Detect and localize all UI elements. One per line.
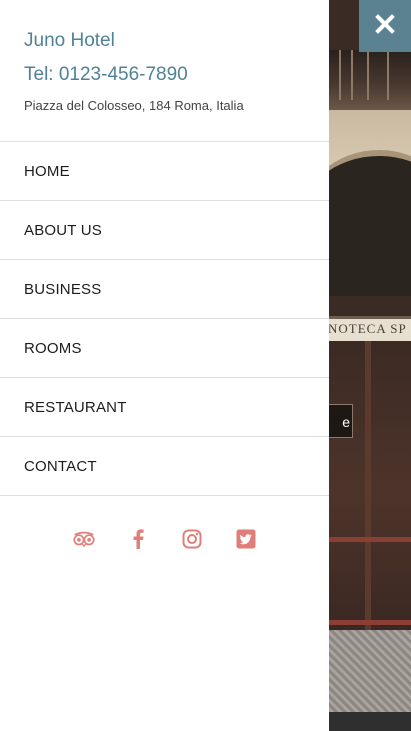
nav-item-contact[interactable]: CONTACT — [0, 437, 329, 496]
nav-item-label: ROOMS — [24, 339, 82, 357]
nav-item-home[interactable]: HOME — [0, 142, 329, 201]
social-links — [0, 528, 329, 550]
photo-bottom-strip — [329, 712, 411, 731]
nav-item-label: HOME — [24, 162, 70, 180]
twitter-icon[interactable] — [235, 528, 257, 550]
hotel-address: Piazza del Colosseo, 184 Roma, Italia — [24, 98, 244, 113]
nav-item-label: RESTAURANT — [24, 398, 127, 416]
hotel-name: Juno Hotel — [24, 30, 115, 51]
shop-sign-text: NOTECA SP — [329, 321, 407, 336]
photo-shopfront — [329, 341, 411, 641]
facebook-icon[interactable] — [127, 528, 149, 550]
photo-arch — [329, 150, 411, 296]
hotel-info: Juno Hotel Tel: 0123-456-7890 Piazza del… — [0, 0, 329, 113]
nav-item-label: BUSINESS — [24, 280, 102, 298]
photo-shop-sign: NOTECA SP — [329, 316, 411, 344]
nav-item-label: CONTACT — [24, 457, 97, 475]
photo-window — [329, 50, 411, 110]
photo-rail — [329, 620, 411, 625]
close-menu-button[interactable] — [359, 0, 411, 52]
photo-rail — [329, 537, 411, 542]
nav-item-about-us[interactable]: ABOUT US — [0, 201, 329, 260]
side-menu: Juno Hotel Tel: 0123-456-7890 Piazza del… — [0, 0, 329, 731]
nav-item-label: ABOUT US — [24, 221, 103, 239]
nav-item-restaurant[interactable]: RESTAURANT — [0, 378, 329, 437]
tripadvisor-icon[interactable] — [72, 528, 95, 550]
peek-label-text: e — [342, 414, 350, 430]
background-button-peek: e — [329, 404, 353, 438]
instagram-icon[interactable] — [181, 528, 203, 550]
nav-list: HOME ABOUT US BUSINESS ROOMS RESTAURANT … — [0, 141, 329, 496]
close-icon — [375, 13, 395, 39]
background-photo: NOTECA SP e — [329, 0, 411, 731]
nav-item-business[interactable]: BUSINESS — [0, 260, 329, 319]
photo-street — [329, 630, 411, 715]
nav-item-rooms[interactable]: ROOMS — [0, 319, 329, 378]
hotel-phone-link[interactable]: Tel: 0123-456-7890 — [24, 63, 305, 87]
